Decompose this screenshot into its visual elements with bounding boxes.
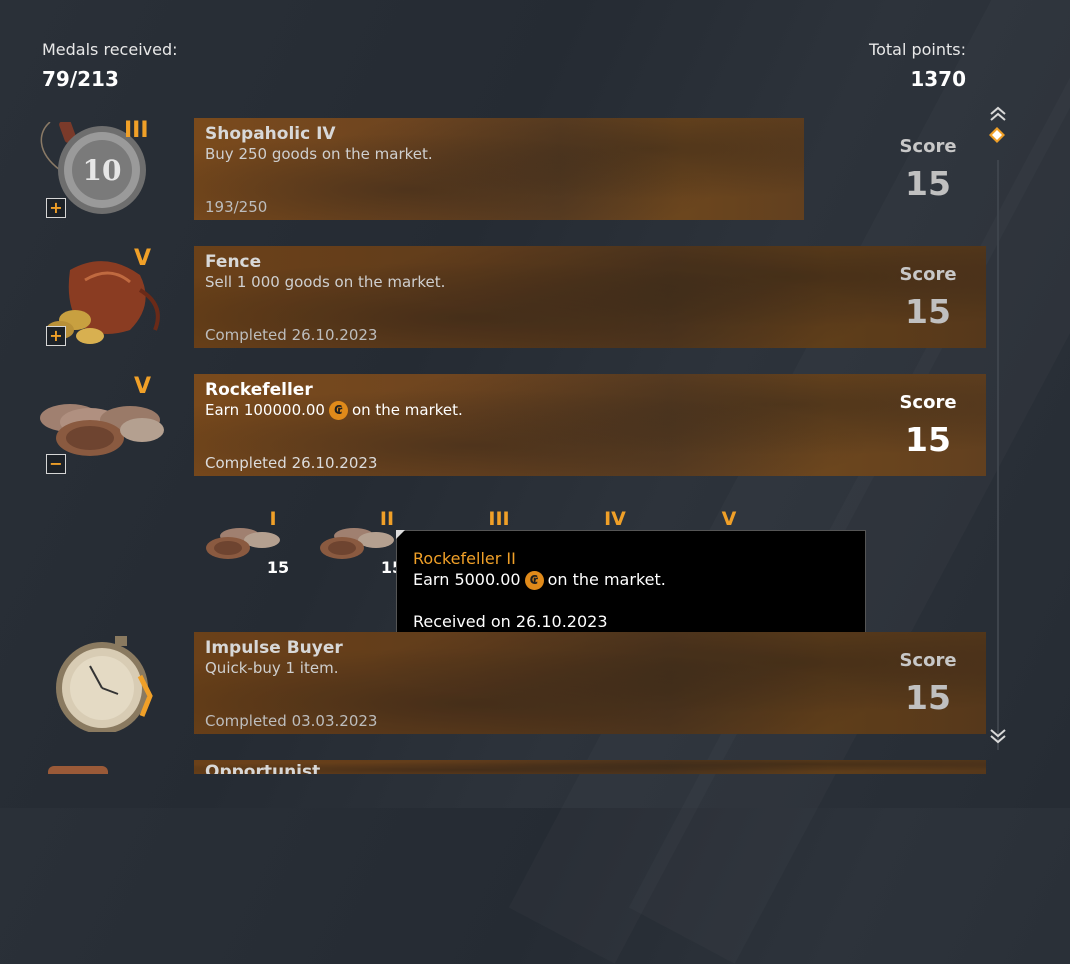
scrollbar[interactable]	[988, 100, 1008, 750]
medals-label: Medals received:	[42, 40, 178, 59]
description-post: on the market.	[351, 401, 463, 419]
tooltip-pointer	[396, 530, 405, 539]
subtier-score: 15	[266, 558, 290, 577]
expand-button[interactable]: +	[46, 198, 66, 218]
svg-text:10: 10	[83, 154, 122, 187]
currency-coin-icon: ₢	[328, 401, 348, 420]
stopwatch-icon	[56, 636, 153, 732]
achievement-row[interactable]: 10 III + Shopaholic IV Buy 250 goods on …	[0, 118, 990, 220]
achievement-status: Completed 26.10.2023	[205, 454, 378, 472]
points-value: 1370	[910, 67, 966, 91]
tooltip-received-date: Received on 26.10.2023	[413, 612, 608, 631]
achievement-description: Earn 100000.00 ₢ on the market.	[205, 401, 463, 420]
coin-stack-icon	[320, 528, 394, 559]
score-value: 15	[905, 678, 951, 717]
achievement-title: Shopaholic IV	[205, 124, 336, 144]
achievement-row[interactable]: V + Fence Sell 1 000 goods on the market…	[0, 246, 990, 348]
achievement-description: Buy 250 goods on the market.	[205, 145, 433, 163]
achievement-row[interactable]: Opportunist	[0, 760, 990, 774]
achievement-status: Completed 26.10.2023	[205, 326, 378, 344]
medal-tooltip: Rockefeller II Earn 5000.00 ₢ on the marke…	[396, 530, 866, 647]
subtier-roman: V	[721, 508, 737, 530]
tooltip-desc-post: on the market.	[547, 570, 666, 589]
tooltip-description: Earn 5000.00 ₢ on the market.	[413, 570, 666, 590]
achievement-description: Quick-buy 1 item.	[205, 659, 339, 677]
scroll-thumb-icon[interactable]	[989, 127, 1005, 143]
score-value: 15	[905, 292, 951, 331]
achievement-row-expanded[interactable]: V − Rockefeller Earn 100000.00 ₢ on the ma…	[0, 374, 990, 476]
subtier-roman: III	[488, 508, 510, 530]
subtier-medal[interactable]: II 15	[314, 508, 404, 588]
achievement-title: Opportunist	[205, 762, 321, 774]
scroll-down-icon[interactable]	[988, 726, 1008, 746]
scroll-up-icon[interactable]	[988, 104, 1008, 124]
score-label: Score	[899, 392, 957, 413]
tier-roman: V	[134, 374, 152, 399]
achievement-title: Rockefeller	[205, 380, 313, 400]
tier-roman: III	[124, 118, 149, 143]
score-value: 15	[905, 164, 951, 203]
score-label: Score	[899, 650, 957, 671]
medals-value: 79/213	[42, 67, 119, 91]
collapse-button[interactable]: −	[46, 454, 66, 474]
achievement-status: Completed 03.03.2023	[205, 712, 378, 730]
total-points: Total points: 1370	[869, 40, 966, 91]
tooltip-title: Rockefeller II	[413, 549, 516, 568]
score-label: Score	[899, 264, 957, 285]
achievement-row[interactable]: Impulse Buyer Quick-buy 1 item. Complete…	[0, 632, 990, 734]
currency-coin-icon: ₢	[524, 571, 544, 590]
expand-button[interactable]: +	[46, 326, 66, 346]
achievement-progress: 193/250	[205, 198, 268, 216]
score-label: Score	[899, 136, 957, 157]
achievement-title: Impulse Buyer	[205, 638, 343, 658]
description-pre: Earn 100000.00	[205, 401, 325, 419]
tooltip-desc-pre: Earn 5000.00	[413, 570, 521, 589]
scroll-track[interactable]	[997, 160, 999, 750]
medals-received: Medals received: 79/213	[42, 40, 178, 91]
coin-stack-icon	[206, 528, 280, 559]
subtier-medal[interactable]: I 15	[200, 508, 290, 588]
tier-roman: V	[134, 246, 152, 271]
subtier-roman: IV	[604, 508, 626, 530]
achievement-title: Fence	[205, 252, 262, 272]
partial-medal-icon	[48, 766, 108, 774]
score-value: 15	[905, 420, 951, 459]
points-label: Total points:	[869, 40, 966, 59]
achievement-description: Sell 1 000 goods on the market.	[205, 273, 446, 291]
